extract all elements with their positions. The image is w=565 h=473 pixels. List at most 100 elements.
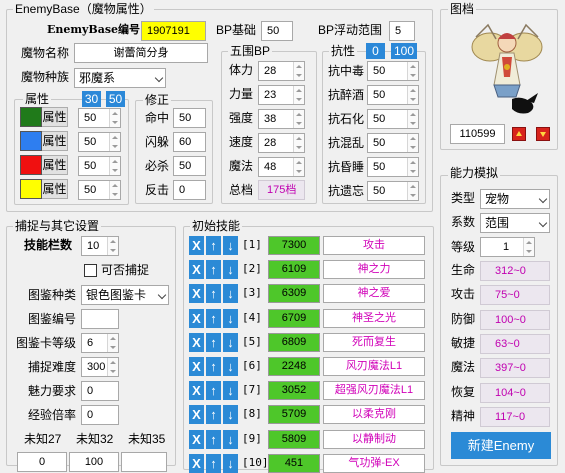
bp5-field-hp[interactable]: 28 [258,61,305,81]
resist-field-forget[interactable]: 50 [367,181,419,201]
correction-field-hit[interactable]: 50 [173,108,206,128]
skill-id-field[interactable]: 6309 [268,284,320,304]
skill-move-up-button[interactable]: ↑ [206,405,221,425]
skill-delete-button[interactable]: X [189,236,204,255]
skill-name-field[interactable]: 风刃魔法L1 [323,357,425,376]
skill-id-field[interactable]: 6109 [268,260,320,280]
skill-move-up-button[interactable]: ↑ [206,357,221,376]
skill-delete-button[interactable]: X [189,260,204,280]
bp5-field-mag[interactable]: 48 [258,157,305,177]
skill-slots-field[interactable]: 10 [81,236,119,256]
skill-move-down-button[interactable]: ↓ [223,260,238,280]
skill-delete-button[interactable]: X [189,332,204,352]
monster-name-field[interactable]: 谢蕾简分身 [74,43,208,63]
attribute-button-3[interactable]: 属性 [42,155,68,175]
skill-move-down-button[interactable]: ↓ [223,357,238,376]
image-id-field[interactable]: 110599 [450,124,505,144]
skill-move-up-button[interactable]: ↑ [206,332,221,352]
skill-delete-button[interactable]: X [189,284,204,304]
attribute-button-1[interactable]: 属性 [42,107,68,127]
attribute-value-1[interactable]: 50 [78,108,121,128]
skill-move-down-button[interactable]: ↓ [223,429,238,449]
skill-id-field[interactable]: 5709 [268,405,320,425]
attribute-value-3[interactable]: 50 [78,156,121,176]
skill-name-field[interactable]: 神之力 [323,260,425,280]
skill-delete-button[interactable]: X [189,381,204,401]
correction-field-counter[interactable]: 0 [173,180,206,200]
attribute-color-swatch-4[interactable] [20,179,42,199]
skill-id-field[interactable]: 6709 [268,308,320,328]
resist-field-confuse[interactable]: 50 [367,133,419,153]
skill-move-down-button[interactable]: ↓ [223,405,238,425]
attribute-button-2[interactable]: 属性 [42,131,68,151]
skill-move-up-button[interactable]: ↑ [206,308,221,328]
monster-race-select[interactable]: 邪魔系 [74,68,166,88]
skill-id-field[interactable]: 3052 [268,381,320,401]
skill-move-down-button[interactable]: ↓ [223,308,238,328]
skill-move-down-button[interactable]: ↓ [223,284,238,304]
bp-float-field[interactable]: 5 [389,21,415,41]
skill-move-up-button[interactable]: ↑ [206,429,221,449]
catchable-checkbox[interactable] [84,264,97,277]
skill-name-field[interactable]: 以柔克刚 [323,405,425,425]
skill-move-up-button[interactable]: ↑ [206,381,221,401]
attribute-color-swatch-2[interactable] [20,131,42,151]
attribute-button-4[interactable]: 属性 [42,179,68,199]
skill-id-field[interactable]: 7300 [268,236,320,255]
skill-delete-button[interactable]: X [189,453,204,473]
skill-name-field[interactable]: 死而复生 [323,332,425,352]
attribute-value-2[interactable]: 50 [78,132,121,152]
resist-field-stone[interactable]: 50 [367,109,419,129]
resist-field-drunk[interactable]: 50 [367,85,419,105]
skill-id-field[interactable]: 6809 [268,332,320,352]
correction-field-crit[interactable]: 50 [173,156,206,176]
new-enemy-button[interactable]: 新建Enemy [451,432,551,459]
attribute-value-4[interactable]: 50 [78,180,121,200]
bp5-field-def[interactable]: 38 [258,109,305,129]
skill-move-down-button[interactable]: ↓ [223,381,238,401]
resist-field-poison[interactable]: 50 [367,61,419,81]
unknown35-field[interactable] [121,452,167,472]
arrow-up-icon[interactable] [512,127,526,141]
skill-move-up-button[interactable]: ↑ [206,453,221,473]
attribute-color-swatch-1[interactable] [20,107,42,127]
skill-delete-button[interactable]: X [189,429,204,449]
skill-move-up-button[interactable]: ↑ [206,260,221,280]
skill-delete-button[interactable]: X [189,405,204,425]
skill-id-field[interactable]: 5809 [268,429,320,449]
skill-move-down-button[interactable]: ↓ [223,453,238,473]
difficulty-field[interactable]: 300 [81,357,119,377]
skill-id-field[interactable]: 451 [268,453,320,473]
skill-id-field[interactable]: 2248 [268,357,320,376]
card-level-field[interactable]: 6 [81,333,119,353]
skill-move-down-button[interactable]: ↓ [223,236,238,255]
skill-move-down-button[interactable]: ↓ [223,332,238,352]
enemybase-id-field[interactable]: 1907191 [141,21,206,41]
skill-move-up-button[interactable]: ↑ [206,284,221,304]
sim-level-field[interactable]: 1 [480,237,535,257]
card-no-field[interactable] [81,309,119,329]
bp5-field-str[interactable]: 23 [258,85,305,105]
bp-base-field[interactable]: 50 [261,21,293,41]
charm-field[interactable]: 0 [81,381,119,401]
attribute-color-swatch-3[interactable] [20,155,42,175]
skill-name-field[interactable]: 气功弹-EX [323,453,425,473]
skill-name-field[interactable]: 神之爱 [323,284,425,304]
arrow-down-icon[interactable] [536,127,550,141]
sim-type-select[interactable]: 宠物 [480,189,550,209]
exp-field[interactable]: 0 [81,405,119,425]
skill-name-field[interactable]: 以静制动 [323,429,425,449]
skill-name-field[interactable]: 攻击 [323,236,425,255]
correction-field-dodge[interactable]: 60 [173,132,206,152]
unknown27-field[interactable]: 0 [17,452,67,472]
sim-family-select[interactable]: 范围 [480,213,550,233]
unknown32-field[interactable]: 100 [69,452,119,472]
skill-name-field[interactable]: 超强风刃魔法L1 [323,381,425,401]
skill-delete-button[interactable]: X [189,357,204,376]
bp5-field-spd[interactable]: 28 [258,133,305,153]
resist-field-sleep[interactable]: 50 [367,157,419,177]
card-type-select[interactable]: 银色图鉴卡 [81,285,169,305]
skill-move-up-button[interactable]: ↑ [206,236,221,255]
skill-delete-button[interactable]: X [189,308,204,328]
skill-name-field[interactable]: 神圣之光 [323,308,425,328]
